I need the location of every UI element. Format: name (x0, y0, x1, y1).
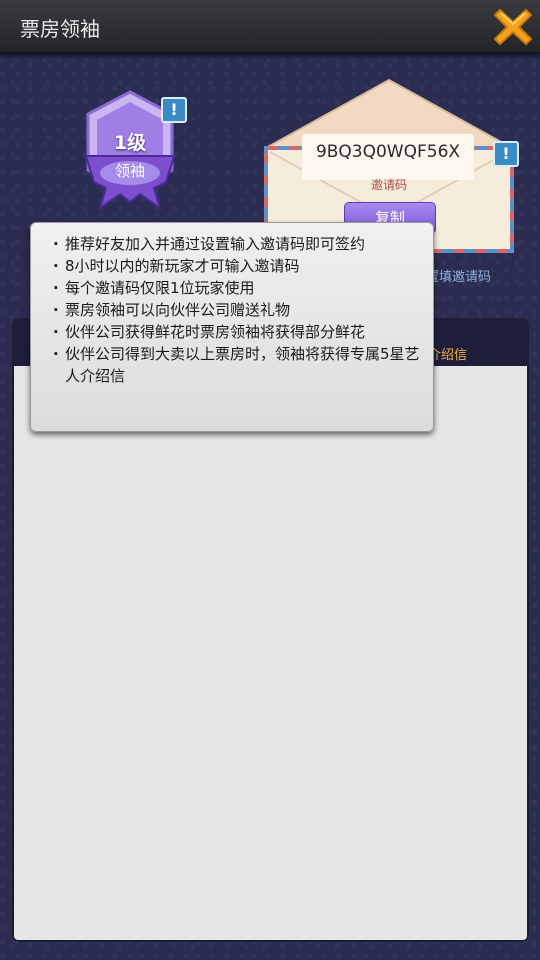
invite-hint[interactable]: 置填邀请码 (426, 266, 491, 285)
badge-level: 1级 (113, 132, 147, 154)
tooltip-item: 伙伴公司获得鲜花时票房领袖将获得部分鲜花 (53, 321, 423, 343)
invite-code-label: 邀请码 (370, 178, 407, 192)
title-bar: 票房领袖 (0, 0, 540, 54)
info-tooltip: 推荐好友加入并通过设置输入邀请码即可签约 8小时以内的新玩家才可输入邀请码 每个… (30, 222, 434, 432)
badge-title: 领袖 (114, 162, 145, 180)
page-title: 票房领袖 (20, 17, 100, 41)
tooltip-list: 推荐好友加入并通过设置输入邀请码即可签约 8小时以内的新玩家才可输入邀请码 每个… (31, 223, 433, 387)
invite-code: 9BQ3Q0WQF56X (315, 142, 461, 162)
invite-code-box: 9BQ3Q0WQF56X (302, 134, 474, 180)
close-icon (494, 9, 532, 45)
tooltip-item: 票房领袖可以向伙伴公司赠送礼物 (53, 299, 423, 321)
tooltip-item: 每个邀请码仅限1位玩家使用 (53, 277, 423, 299)
close-button[interactable] (492, 6, 534, 48)
tooltip-item: 伙伴公司得到大卖以上票房时，领袖将获得专属5星艺人介绍信 (53, 343, 423, 387)
tooltip-item: 8小时以内的新玩家才可输入邀请码 (53, 255, 423, 277)
badge-info-icon[interactable]: ! (161, 97, 187, 123)
tooltip-item: 推荐好友加入并通过设置输入邀请码即可签约 (53, 233, 423, 255)
invite-info-icon[interactable]: ! (493, 141, 519, 167)
